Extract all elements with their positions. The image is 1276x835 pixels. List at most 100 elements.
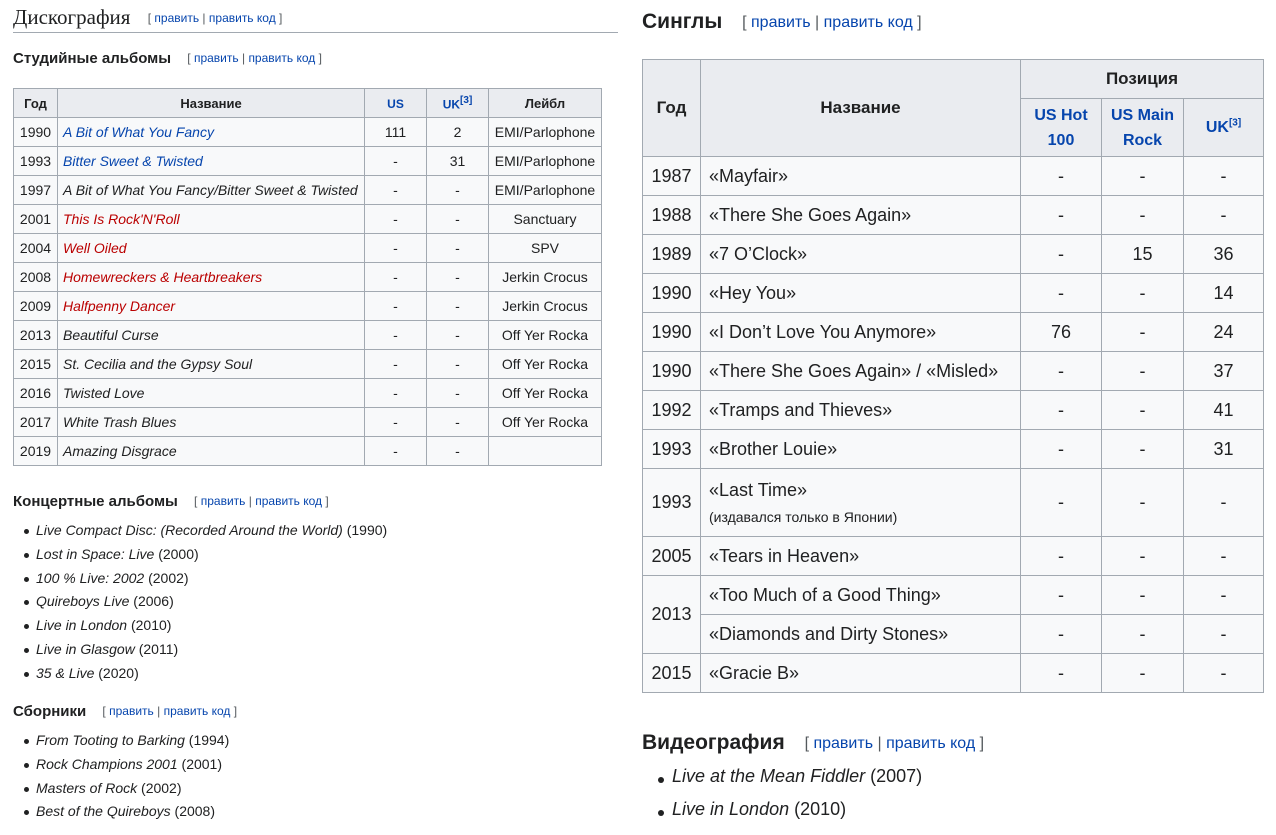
year-cell: 2015 [642,653,701,693]
table-row: «Diamonds and Dirty Stones» - - - [643,614,1264,654]
uk-cell: 37 [1183,351,1264,391]
year-cell: 1992 [642,390,701,430]
single-title: «Gracie B» [709,662,800,683]
single-title-cell: «There She Goes Again» / «Misled» [700,351,1021,391]
edit-link[interactable]: править [109,704,154,718]
compilations-list: From Tooting to Barking (1994) Rock Champ… [13,729,229,824]
uk-cell: 24 [1183,312,1264,352]
table-row: 2001 This Is Rock'N'Roll - - Sanctuary [13,204,602,234]
uk-cell: - [1183,156,1264,196]
edit-code-link[interactable]: править код [164,704,231,718]
us-main-cell: - [1101,653,1184,693]
uk-cell: - [426,436,489,466]
us-hot-cell: - [1020,653,1102,693]
us-cell: - [364,436,427,466]
album-title-cell[interactable]: Bitter Sweet & Twisted [57,146,365,176]
year-cell: 2016 [13,378,58,408]
item-year: (2007) [870,766,923,786]
year-cell: 1989 [642,234,701,274]
single-title-cell: «Last Time» (издавался только в Японии) [700,468,1021,537]
single-title-cell: «Tears in Heaven» [700,536,1021,576]
us-hot-cell: - [1020,195,1102,235]
album-title-cell[interactable]: A Bit of What You Fancy [57,117,365,147]
single-title-cell: «Tramps and Thieves» [700,390,1021,430]
item-year: (2008) [174,803,215,820]
album-title-cell: Twisted Love [57,378,365,408]
edit-link[interactable]: править [201,494,246,508]
album-title-cell[interactable]: Halfpenny Dancer [57,291,365,321]
us-hot-100-link[interactable]: US Hot 100 [1034,107,1087,149]
studio-albums-heading: Студийные альбомы [ править | править ко… [13,50,322,67]
us-hot-cell: 76 [1020,312,1102,352]
single-title: «There She Goes Again» / «Misled» [709,360,999,381]
uk-cell: - [426,175,489,205]
album-title-cell[interactable]: Well Oiled [57,233,365,263]
table-row: 2005 «Tears in Heaven» - - - [642,536,1264,576]
uk-cell: - [426,320,489,350]
table-row: 2009 Halfpenny Dancer - - Jerkin Crocus [13,291,602,321]
edit-code-link[interactable]: править код [248,51,315,65]
uk-cell: - [1183,468,1264,537]
uk-chart-link[interactable]: UK [1206,119,1229,136]
us-hot-cell: - [1020,273,1102,313]
year-cell: 2008 [13,262,58,292]
edit-code-link[interactable]: править код [824,14,913,31]
reference-link[interactable]: [3] [460,95,472,106]
item-year: (2006) [133,593,174,610]
edit-link[interactable]: править [813,735,873,752]
item-year: (1990) [346,522,388,538]
us-main-cell: - [1101,351,1184,391]
item-year: (2002) [148,569,189,586]
table-row: 1990 A Bit of What You Fancy 111 2 EMI/Parlo… [13,117,602,147]
us-hot-cell: - [1020,234,1102,274]
singles-table: Год Название Позиция US Hot 100 US Main Ro… [642,59,1264,693]
uk-cell: 31 [1183,429,1264,469]
us-cell: - [364,378,427,408]
item-year: (2002) [141,779,182,796]
edit-link[interactable]: править [194,51,239,65]
year-cell: 2004 [13,233,58,263]
album-title-cell[interactable]: This Is Rock'N'Roll [57,204,365,234]
uk-chart-link[interactable]: UK [443,97,460,111]
header-label: Лейбл [488,88,602,118]
year-cell: 2019 [13,436,58,466]
edit-code-link[interactable]: править код [209,11,276,25]
us-cell: - [364,146,427,176]
header-us: US [364,88,427,118]
item-year: (2020) [98,664,139,681]
item-year: (2000) [158,545,199,562]
album-title-cell: A Bit of What You Fancy/Bitter Sweet & T… [57,175,365,205]
header-title: Название [57,88,365,118]
item-title: Live in London [36,617,128,634]
header-position: Позиция [1020,59,1264,99]
edit-code-link[interactable]: править код [886,735,975,752]
edit-code-link[interactable]: править код [255,494,322,508]
album-title-cell: St. Cecilia and the Gypsy Soul [57,349,365,379]
single-title-cell: «I Don’t Love You Anymore» [700,312,1021,352]
single-title: «Hey You» [709,282,797,303]
us-cell: - [364,291,427,321]
table-header-row: Год Название Позиция [642,59,1264,157]
year-cell: 1988 [642,195,701,235]
table-row: 1988 «There She Goes Again» - - - [642,195,1264,235]
uk-cell: - [1183,614,1264,654]
list-item: Live Compact Disc: (Recorded Around the … [22,519,387,543]
edit-link[interactable]: править [154,11,199,25]
left-column: Дискография [ править | править код ] Ст… [13,0,618,819]
us-main-cell: - [1101,156,1184,196]
us-hot-cell: - [1020,390,1102,430]
us-chart-link[interactable]: US [387,97,404,111]
table-row: 1993 «Last Time» (издавался только в Япони… [642,468,1264,537]
item-year: (2011) [138,640,179,657]
year-cell: 1990 [13,117,58,147]
edit-link[interactable]: править [751,14,811,31]
live-albums-list: Live Compact Disc: (Recorded Around the … [13,519,387,686]
reference-link[interactable]: [3] [1229,117,1241,128]
item-title: Best of the Quireboys [36,803,171,820]
label-cell: Jerkin Crocus [488,262,602,292]
label-cell: SPV [488,233,602,263]
us-main-rock-link[interactable]: US Main Rock [1111,107,1174,149]
year-cell: 1993 [13,146,58,176]
album-title-cell[interactable]: Homewreckers & Heartbreakers [57,262,365,292]
table-row: 2013 «Too Much of a Good Thing» - - - [642,575,1264,654]
